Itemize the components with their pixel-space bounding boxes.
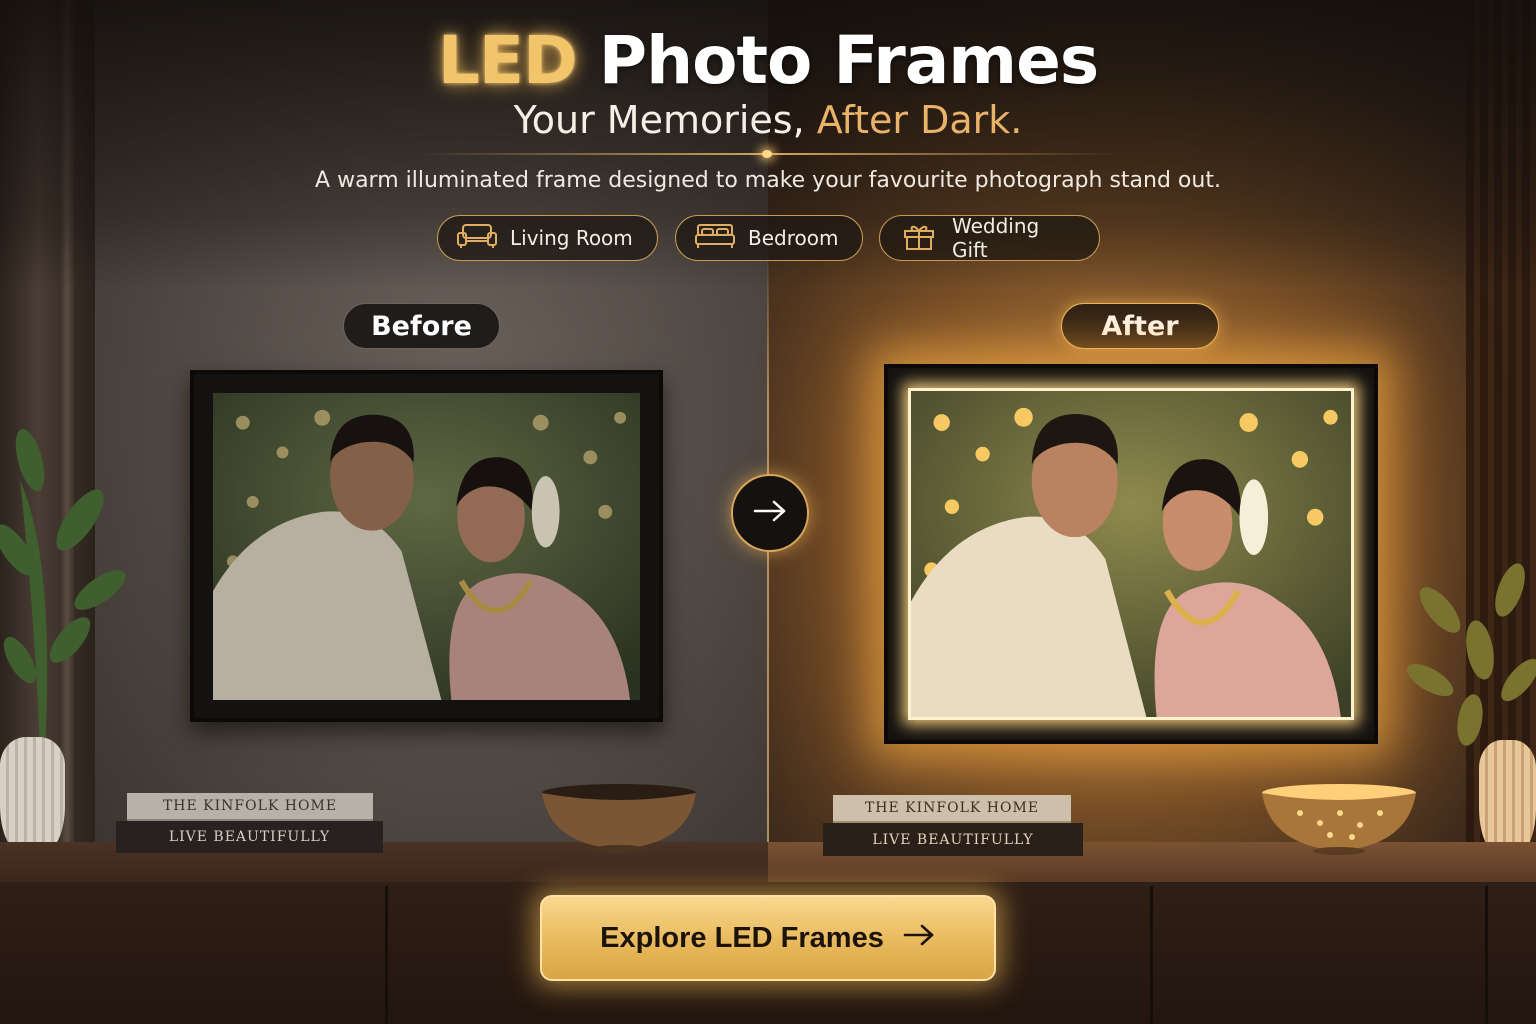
book-bottom-before: LIVE BEAUTIFULLY (116, 821, 383, 853)
bowl-before (542, 784, 696, 853)
after-photo-frame (884, 364, 1378, 744)
chip-living-room[interactable]: Living Room (437, 215, 658, 261)
book-top-after: THE KINFOLK HOME (833, 795, 1071, 823)
explore-led-frames-button[interactable]: Explore LED Frames (540, 895, 996, 981)
comparison-arrow-button (731, 474, 809, 552)
chip-wedding-gift[interactable]: Wedding Gift (879, 214, 1100, 262)
cabinet-seam (385, 886, 388, 1024)
before-photo-frame (190, 370, 663, 722)
subtitle-accent: After Dark. (816, 98, 1023, 142)
left-plant (0, 428, 126, 750)
cabinet-seam (1150, 886, 1153, 1024)
right-plant (1406, 563, 1536, 746)
subtitle-main: Your Memories, (513, 98, 805, 142)
chip-label: Bedroom (748, 226, 839, 250)
book-top-before: THE KINFOLK HOME (127, 793, 373, 821)
book-bottom-after: LIVE BEAUTIFULLY (823, 823, 1083, 856)
arrow-right-icon (752, 499, 788, 527)
bowl-after (1262, 784, 1416, 855)
chip-label: Wedding Gift (952, 214, 1040, 262)
cta-label: Explore LED Frames (600, 921, 884, 954)
right-vase (1479, 740, 1536, 852)
couple-photo-after (908, 388, 1354, 720)
bed-icon (694, 222, 736, 255)
after-label: After (1061, 303, 1219, 349)
title-rest: Photo Frames (598, 22, 1099, 99)
page-subtitle: Your Memories, After Dark. (0, 98, 1536, 142)
gift-icon (898, 222, 940, 255)
page-title: LED Photo Frames (0, 22, 1536, 99)
title-divider-glow (762, 150, 772, 158)
chip-bedroom[interactable]: Bedroom (675, 215, 863, 261)
chip-label: Living Room (510, 226, 633, 250)
arrow-right-icon (902, 922, 936, 955)
couple-photo-before (213, 393, 640, 700)
title-highlight: LED (437, 22, 578, 99)
before-label: Before (343, 303, 500, 349)
sofa-icon (456, 222, 498, 255)
tagline: A warm illuminated frame designed to mak… (315, 168, 1221, 193)
cabinet-seam (1485, 886, 1488, 1024)
left-vase (0, 737, 65, 851)
